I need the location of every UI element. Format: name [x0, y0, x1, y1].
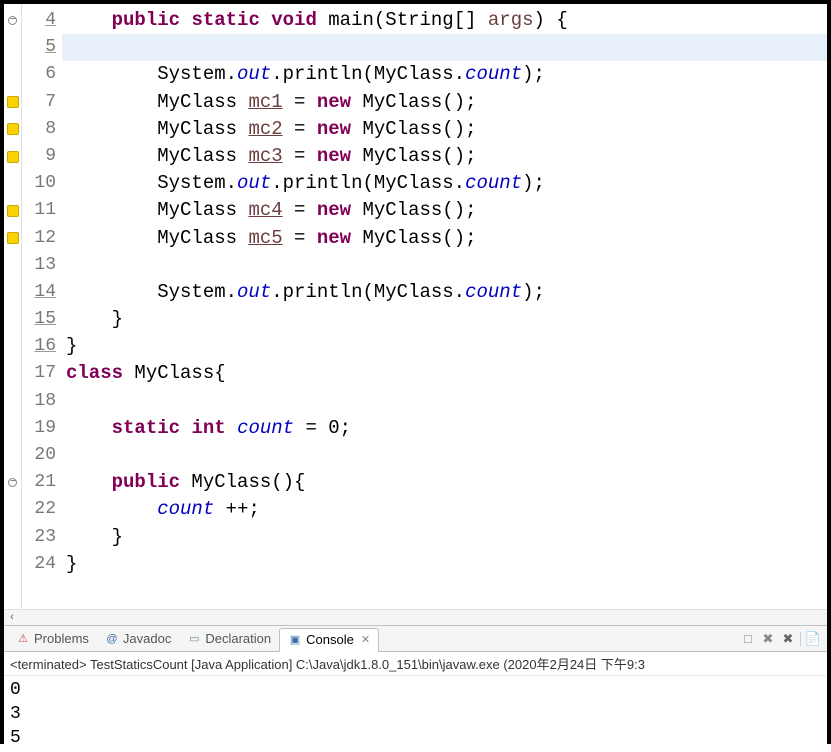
fold-icon[interactable]: [4, 7, 21, 34]
code-line[interactable]: }: [62, 551, 827, 578]
code-line[interactable]: MyClass mc3 = new MyClass();: [62, 143, 827, 170]
line-number: 13: [22, 252, 62, 279]
marker-empty: [4, 524, 21, 551]
bottom-panel: ⚠ Problems @ Javadoc ▭ Declaration ▣ Con…: [4, 625, 827, 752]
line-number: 19: [22, 415, 62, 442]
warning-icon[interactable]: [4, 197, 21, 224]
line-number: 5: [22, 34, 62, 61]
code-line[interactable]: count ++;: [62, 496, 827, 523]
warning-icon[interactable]: [4, 116, 21, 143]
tab-javadoc[interactable]: @ Javadoc: [97, 627, 179, 651]
marker-empty: [4, 551, 21, 578]
terminate-icon[interactable]: ✖: [780, 631, 796, 647]
code-line[interactable]: MyClass mc4 = new MyClass();: [62, 197, 827, 224]
console-line: 0: [10, 678, 821, 702]
line-number: 21: [22, 469, 62, 496]
declaration-icon: ▭: [187, 632, 201, 646]
line-number: 10: [22, 170, 62, 197]
console-line: 5: [10, 726, 821, 750]
scroll-left-icon[interactable]: ‹: [4, 610, 20, 626]
line-number: 8: [22, 116, 62, 143]
tab-label: Problems: [34, 631, 89, 646]
line-number: 22: [22, 496, 62, 523]
line-number: 9: [22, 143, 62, 170]
tab-problems[interactable]: ⚠ Problems: [8, 627, 97, 651]
line-number: 6: [22, 61, 62, 88]
remove-launch-icon[interactable]: □: [740, 631, 756, 647]
marker-empty: [4, 279, 21, 306]
code-line[interactable]: public static void main(String[] args) {: [62, 7, 827, 34]
remove-all-icon[interactable]: ✖: [760, 631, 776, 647]
line-number: 4: [22, 7, 62, 34]
code-line[interactable]: }: [62, 333, 827, 360]
code-line[interactable]: System.out.println(MyClass.count);: [62, 170, 827, 197]
line-number: 20: [22, 442, 62, 469]
marker-empty: [4, 306, 21, 333]
code-line[interactable]: [62, 34, 827, 61]
marker-empty: [4, 61, 21, 88]
marker-column: [4, 4, 22, 609]
warning-icon[interactable]: [4, 143, 21, 170]
code-line[interactable]: class MyClass{: [62, 360, 827, 387]
code-line[interactable]: [62, 442, 827, 469]
marker-empty: [4, 333, 21, 360]
tab-label: Declaration: [205, 631, 271, 646]
warning-icon[interactable]: [4, 225, 21, 252]
console-line: 3: [10, 702, 821, 726]
views-tab-bar: ⚠ Problems @ Javadoc ▭ Declaration ▣ Con…: [4, 626, 827, 652]
marker-empty: [4, 360, 21, 387]
marker-empty: [4, 252, 21, 279]
code-line[interactable]: static int count = 0;: [62, 415, 827, 442]
tab-label: Console: [306, 632, 354, 647]
line-number: 7: [22, 89, 62, 116]
code-editor[interactable]: 456789101112131415161718192021222324 pub…: [4, 4, 827, 609]
console-status-line: <terminated> TestStaticsCount [Java Appl…: [4, 652, 827, 676]
code-line[interactable]: System.out.println(MyClass.count);: [62, 279, 827, 306]
code-line[interactable]: [62, 252, 827, 279]
line-number-gutter: 456789101112131415161718192021222324: [22, 4, 62, 609]
fold-icon[interactable]: [4, 469, 21, 496]
line-number: 17: [22, 360, 62, 387]
line-number: 11: [22, 197, 62, 224]
console-icon: ▣: [288, 633, 302, 647]
marker-empty: [4, 496, 21, 523]
marker-empty: [4, 442, 21, 469]
tab-close-icon[interactable]: ✕: [361, 633, 370, 646]
marker-empty: [4, 415, 21, 442]
line-number: 23: [22, 524, 62, 551]
warning-icon[interactable]: [4, 89, 21, 116]
line-number: 16: [22, 333, 62, 360]
code-line[interactable]: }: [62, 524, 827, 551]
code-line[interactable]: public MyClass(){: [62, 469, 827, 496]
code-line[interactable]: MyClass mc1 = new MyClass();: [62, 89, 827, 116]
line-number: 14: [22, 279, 62, 306]
console-toolbar: □ ✖ ✖ 📄: [740, 631, 827, 647]
code-area[interactable]: public static void main(String[] args) {…: [62, 4, 827, 609]
tab-label: Javadoc: [123, 631, 171, 646]
code-line[interactable]: System.out.println(MyClass.count);: [62, 61, 827, 88]
code-line[interactable]: MyClass mc5 = new MyClass();: [62, 225, 827, 252]
horizontal-scrollbar[interactable]: ‹: [4, 609, 827, 625]
line-number: 15: [22, 306, 62, 333]
tab-declaration[interactable]: ▭ Declaration: [179, 627, 279, 651]
marker-empty: [4, 388, 21, 415]
code-line[interactable]: MyClass mc2 = new MyClass();: [62, 116, 827, 143]
console-output[interactable]: 035: [4, 676, 827, 752]
marker-empty: [4, 34, 21, 61]
problems-icon: ⚠: [16, 632, 30, 646]
line-number: 18: [22, 388, 62, 415]
code-line[interactable]: }: [62, 306, 827, 333]
javadoc-icon: @: [105, 632, 119, 646]
marker-empty: [4, 170, 21, 197]
line-number: 12: [22, 225, 62, 252]
code-line[interactable]: [62, 388, 827, 415]
line-number: 24: [22, 551, 62, 578]
tab-console[interactable]: ▣ Console ✕: [279, 628, 379, 652]
pin-console-icon[interactable]: 📄: [805, 631, 821, 647]
